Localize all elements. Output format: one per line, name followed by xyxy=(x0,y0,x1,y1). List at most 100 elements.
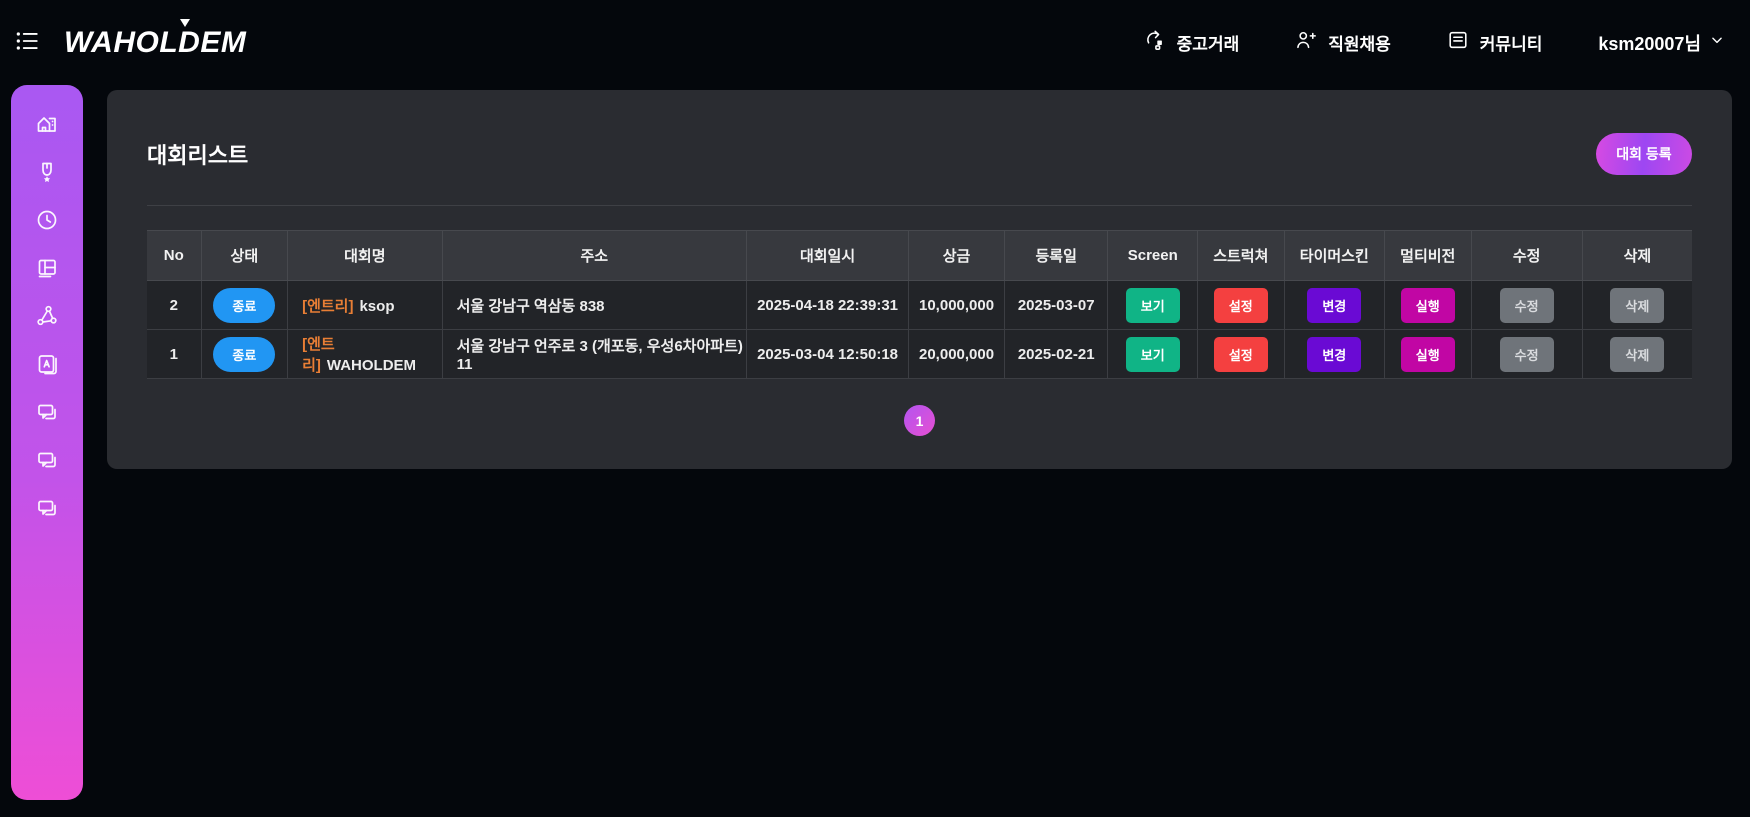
col-prize: 상금 xyxy=(909,231,1005,281)
col-delete: 삭제 xyxy=(1582,231,1692,281)
sidebar-item-chat-2[interactable] xyxy=(35,448,59,472)
cell-prize: 20,000,000 xyxy=(909,330,1005,379)
table-header-row: No 상태 대회명 주소 대회일시 상금 등록일 Screen 스트럭쳐 타이머… xyxy=(147,231,1692,281)
list-menu-icon xyxy=(14,28,40,57)
delete-button[interactable]: 삭제 xyxy=(1610,288,1664,323)
sidebar-item-layout[interactable] xyxy=(35,256,59,280)
col-edit: 수정 xyxy=(1471,231,1582,281)
cell-name: [엔트리]WAHOLDEM xyxy=(288,330,443,379)
status-badge[interactable]: 종료 xyxy=(213,288,275,323)
page-button-1[interactable]: 1 xyxy=(904,405,935,436)
sidebar-item-chat-1[interactable] xyxy=(35,400,59,424)
screen-view-button[interactable]: 보기 xyxy=(1126,337,1180,372)
cell-delete: 삭제 xyxy=(1582,330,1692,379)
menu-button[interactable] xyxy=(14,28,40,57)
cell-edit: 수정 xyxy=(1471,281,1582,330)
chat-icon xyxy=(35,400,59,424)
sidebar-item-home[interactable] xyxy=(35,112,59,136)
cell-address: 서울 강남구 역삼동 838 xyxy=(442,281,746,330)
col-multivision: 멀티비전 xyxy=(1384,231,1471,281)
nav-label: 중고거래 xyxy=(1177,30,1240,55)
cell-status: 종료 xyxy=(201,281,288,330)
cell-no: 1 xyxy=(147,330,201,379)
delete-button[interactable]: 삭제 xyxy=(1610,337,1664,372)
cell-edit: 수정 xyxy=(1471,330,1582,379)
cell-prize: 10,000,000 xyxy=(909,281,1005,330)
entry-tag: [엔트리] xyxy=(302,298,353,315)
multivision-run-button[interactable]: 실행 xyxy=(1401,288,1455,323)
multivision-run-button[interactable]: 실행 xyxy=(1401,337,1455,372)
col-address: 주소 xyxy=(442,231,746,281)
user-menu[interactable]: ksm20007님 xyxy=(1598,30,1724,56)
page-title: 대회리스트 xyxy=(147,138,248,170)
cell-regdate: 2025-03-07 xyxy=(1004,281,1108,330)
col-screen: Screen xyxy=(1108,231,1198,281)
col-name: 대회명 xyxy=(288,231,443,281)
chat-icon xyxy=(35,496,59,520)
sidebar-item-clock[interactable] xyxy=(35,208,59,232)
nav-recruit[interactable]: 직원채용 xyxy=(1295,29,1391,56)
status-badge[interactable]: 종료 xyxy=(213,337,275,372)
structure-set-button[interactable]: 설정 xyxy=(1214,337,1268,372)
timerskin-change-button[interactable]: 변경 xyxy=(1307,288,1361,323)
chevron-down-icon xyxy=(1710,33,1724,52)
cell-multivision: 실행 xyxy=(1384,330,1471,379)
dictionary-icon xyxy=(35,352,59,376)
tournament-name: ksop xyxy=(359,298,394,315)
sidebar-item-dictionary[interactable] xyxy=(35,352,59,376)
cell-structure: 설정 xyxy=(1198,281,1285,330)
register-tournament-button[interactable]: 대회 등록 xyxy=(1596,133,1692,175)
pagination: 1 xyxy=(147,405,1692,436)
cell-timerskin: 변경 xyxy=(1284,281,1384,330)
tournament-list-panel: 대회리스트 대회 등록 No 상태 대회명 주소 대회일시 상금 등록일 Scr… xyxy=(107,90,1732,469)
cell-address: 서울 강남구 언주로 3 (개포동, 우성6차아파트) 11 xyxy=(442,330,746,379)
nav-label: 직원채용 xyxy=(1328,30,1391,55)
structure-set-button[interactable]: 설정 xyxy=(1214,288,1268,323)
board-chat-icon xyxy=(1447,29,1469,56)
cell-status: 종료 xyxy=(201,330,288,379)
sidebar xyxy=(11,85,83,800)
col-no: No xyxy=(147,231,201,281)
sidebar-item-chat-3[interactable] xyxy=(35,496,59,520)
topbar-nav: 중고거래 직원채용 커뮤니티 ksm20007님 xyxy=(1144,29,1724,56)
title-divider xyxy=(147,205,1692,206)
chat-icon xyxy=(35,448,59,472)
col-timerskin: 타이머스킨 xyxy=(1284,231,1384,281)
edit-button[interactable]: 수정 xyxy=(1500,337,1554,372)
screen-view-button[interactable]: 보기 xyxy=(1126,288,1180,323)
person-add-icon xyxy=(1295,29,1317,56)
trade-cycle-icon xyxy=(1144,29,1166,56)
table-row: 1 종료 [엔트리]WAHOLDEM 서울 강남구 언주로 3 (개포동, 우성… xyxy=(147,330,1692,379)
sidebar-item-medal[interactable] xyxy=(35,160,59,184)
cell-name: [엔트리] ksop xyxy=(288,281,443,330)
tournament-name: WAHOLDEM xyxy=(327,357,416,374)
edit-button[interactable]: 수정 xyxy=(1500,288,1554,323)
home-icon xyxy=(35,112,59,136)
network-icon xyxy=(35,304,59,328)
user-name: ksm20007님 xyxy=(1598,30,1701,56)
brand-logo[interactable]: WAHOLDEM xyxy=(64,26,254,60)
cell-datetime: 2025-04-18 22:39:31 xyxy=(746,281,908,330)
sidebar-item-network[interactable] xyxy=(35,304,59,328)
nav-community[interactable]: 커뮤니티 xyxy=(1447,29,1543,56)
cell-screen: 보기 xyxy=(1108,330,1198,379)
cell-timerskin: 변경 xyxy=(1284,330,1384,379)
layout-icon xyxy=(35,256,59,280)
cell-screen: 보기 xyxy=(1108,281,1198,330)
cell-no: 2 xyxy=(147,281,201,330)
cell-structure: 설정 xyxy=(1198,330,1285,379)
cell-delete: 삭제 xyxy=(1582,281,1692,330)
timerskin-change-button[interactable]: 변경 xyxy=(1307,337,1361,372)
cell-regdate: 2025-02-21 xyxy=(1004,330,1108,379)
cell-datetime: 2025-03-04 12:50:18 xyxy=(746,330,908,379)
col-structure: 스트럭쳐 xyxy=(1198,231,1285,281)
col-datetime: 대회일시 xyxy=(746,231,908,281)
table-row: 2 종료 [엔트리] ksop 서울 강남구 역삼동 838 2025-04-18… xyxy=(147,281,1692,330)
tournament-table: No 상태 대회명 주소 대회일시 상금 등록일 Screen 스트럭쳐 타이머… xyxy=(147,230,1692,379)
topbar: WAHOLDEM 중고거래 직원채용 xyxy=(0,0,1750,85)
medal-icon xyxy=(35,160,59,184)
cell-multivision: 실행 xyxy=(1384,281,1471,330)
col-status: 상태 xyxy=(201,231,288,281)
clock-icon xyxy=(35,208,59,232)
nav-used-trade[interactable]: 중고거래 xyxy=(1144,29,1240,56)
